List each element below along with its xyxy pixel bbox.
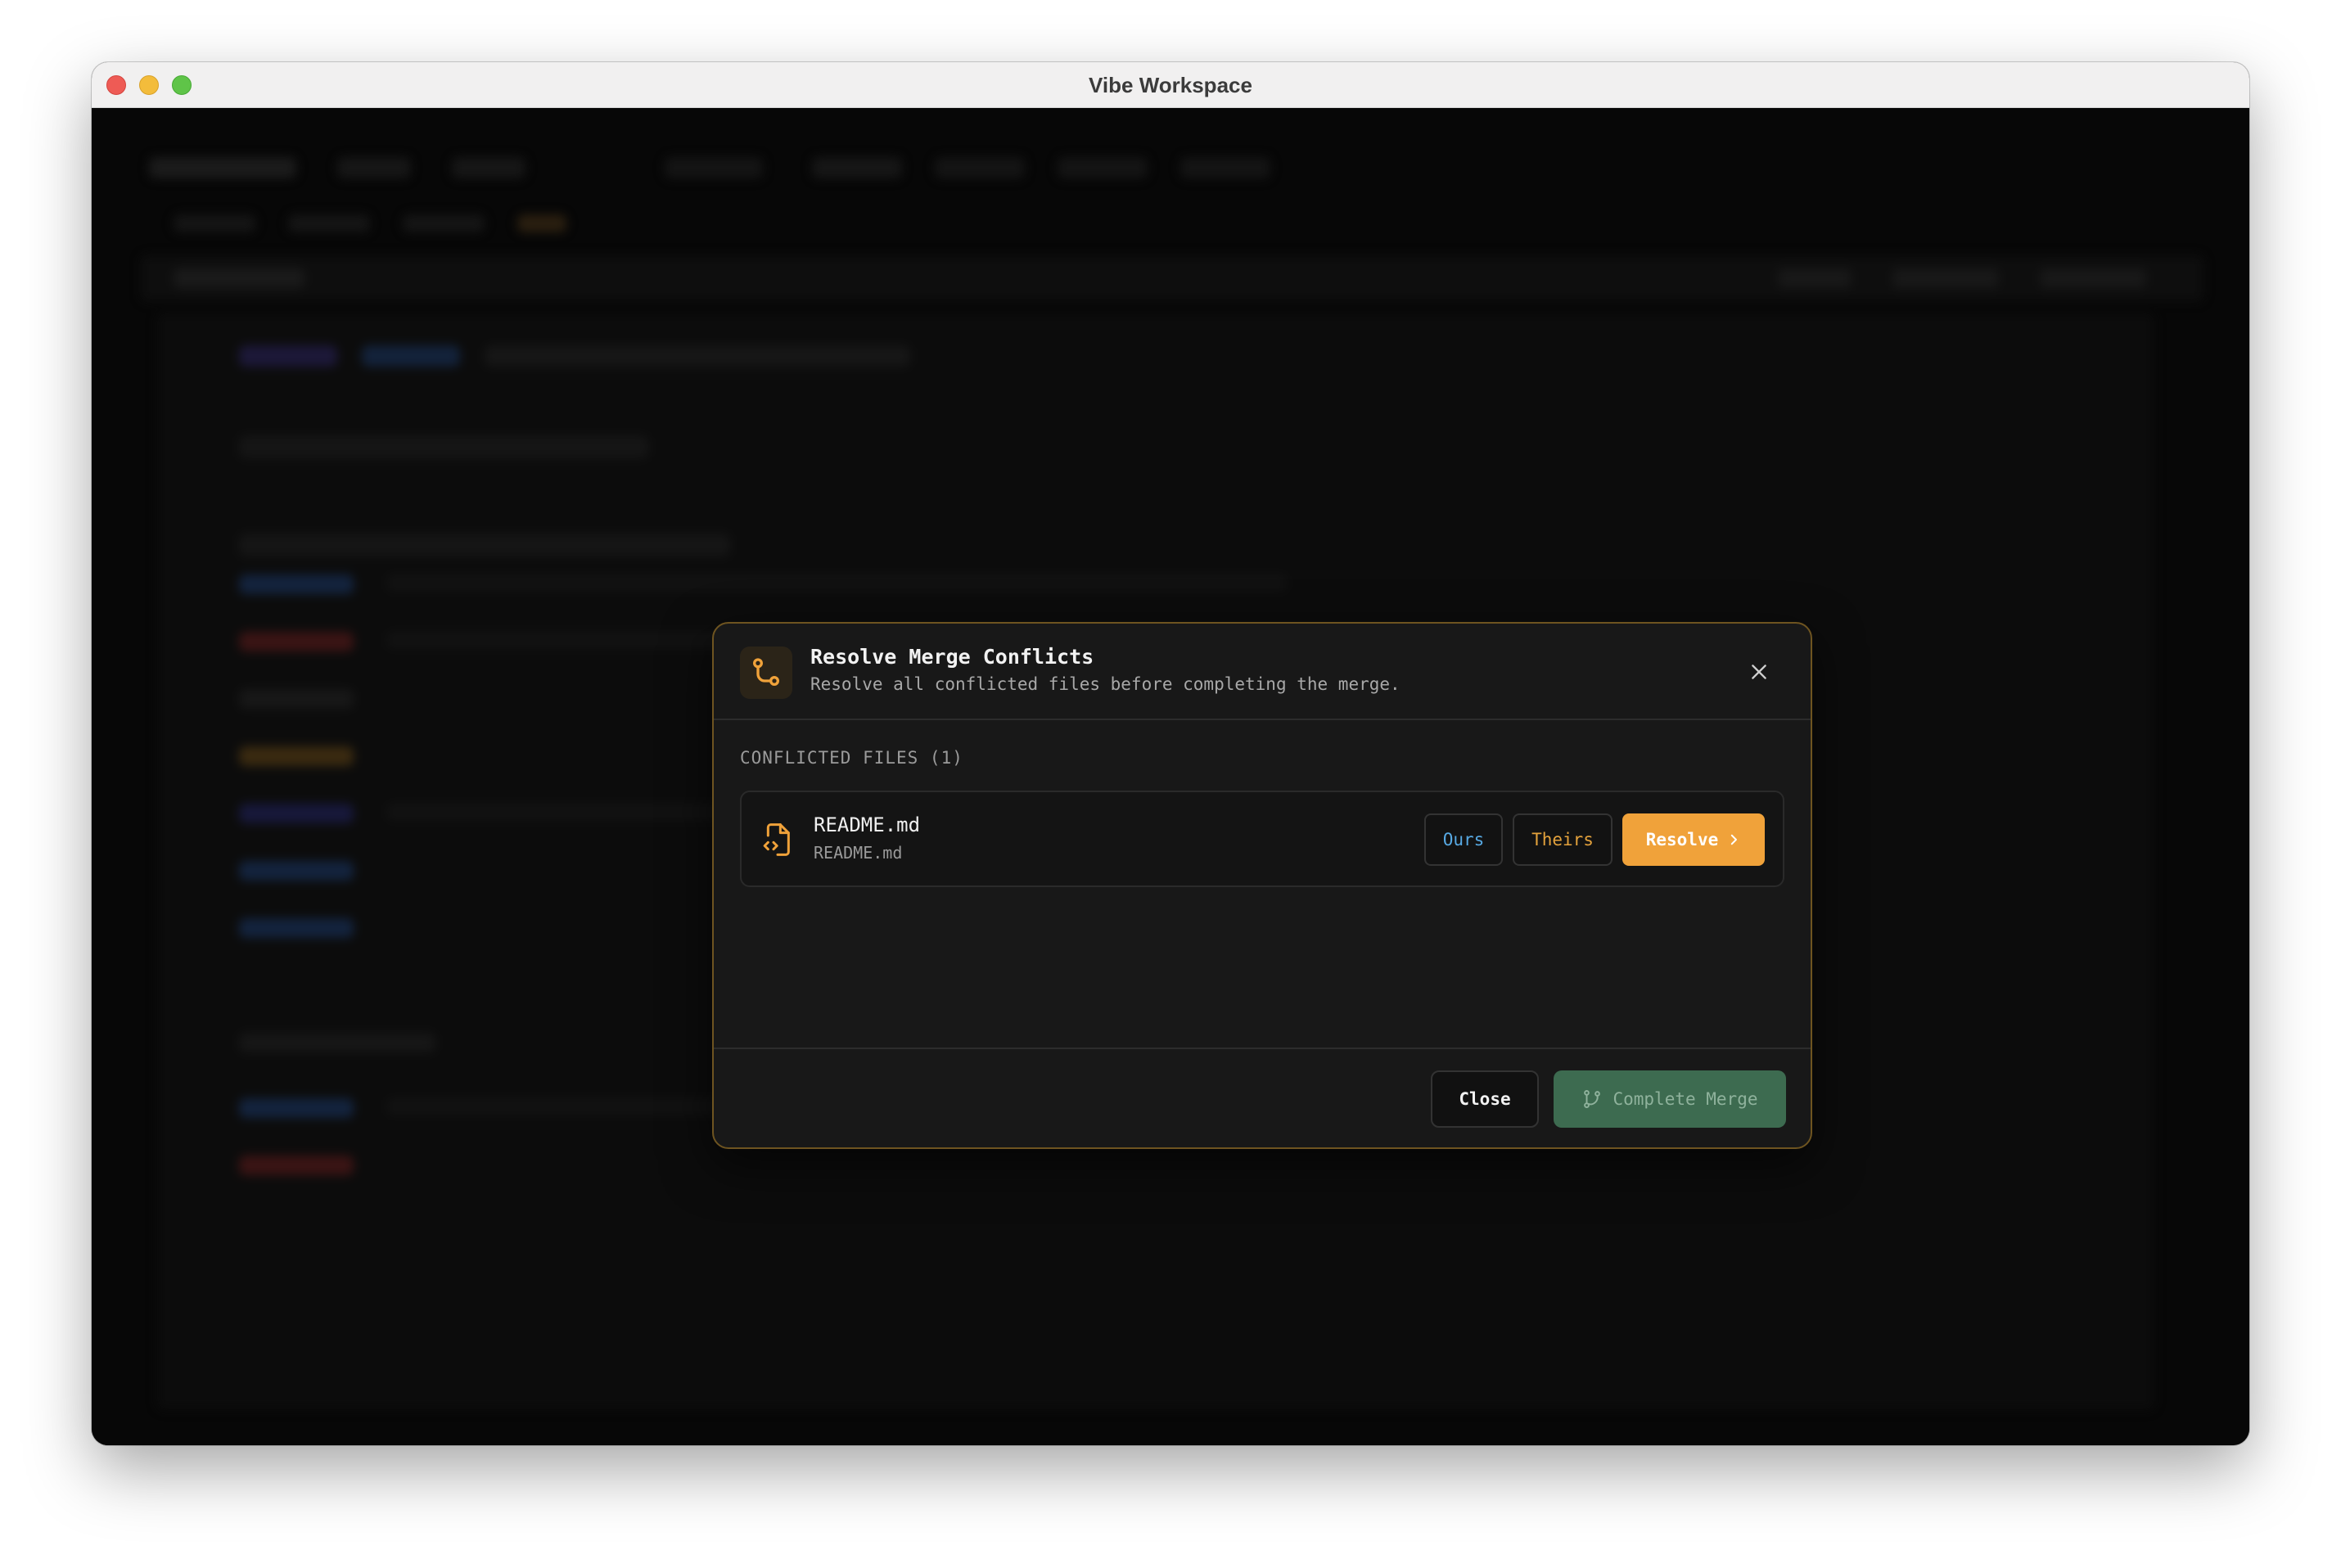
app-window: Vibe Workspace Resolve Merge Conflicts R… [92, 62, 2249, 1445]
blurred-background: Resolve Merge Conflicts Resolve all conf… [92, 108, 2249, 1445]
dialog-title: Resolve Merge Conflicts [810, 645, 1094, 669]
title-bar: Vibe Workspace [92, 62, 2249, 108]
git-merge-icon [740, 647, 792, 699]
use-ours-button[interactable]: Ours [1424, 813, 1503, 866]
conflicted-files-label: CONFLICTED FILES (1) [740, 748, 963, 768]
chevron-right-icon [1731, 834, 1738, 845]
dialog-subtitle: Resolve all conflicted files before comp… [810, 674, 1401, 694]
close-button[interactable]: Close [1431, 1070, 1539, 1128]
complete-merge-button[interactable]: Complete Merge [1554, 1070, 1786, 1128]
dialog-footer: Close Complete Merge [714, 1048, 1811, 1147]
dialog-header: Resolve Merge Conflicts Resolve all conf… [714, 624, 1811, 720]
file-path: README.md [814, 843, 903, 863]
merge-conflicts-dialog: Resolve Merge Conflicts Resolve all conf… [712, 622, 1812, 1149]
resolve-button[interactable]: Resolve [1622, 813, 1765, 866]
file-code-icon [761, 822, 794, 858]
conflicted-file-row: README.md README.md Ours Theirs Resolve [740, 791, 1784, 887]
file-name: README.md [814, 813, 921, 836]
resolve-button-label: Resolve [1645, 830, 1719, 849]
window-title: Vibe Workspace [1089, 73, 1252, 97]
close-icon[interactable] [1745, 658, 1773, 686]
git-branch-icon [1584, 1090, 1601, 1108]
use-theirs-button[interactable]: Theirs [1513, 813, 1613, 866]
complete-merge-label: Complete Merge [1613, 1089, 1758, 1109]
